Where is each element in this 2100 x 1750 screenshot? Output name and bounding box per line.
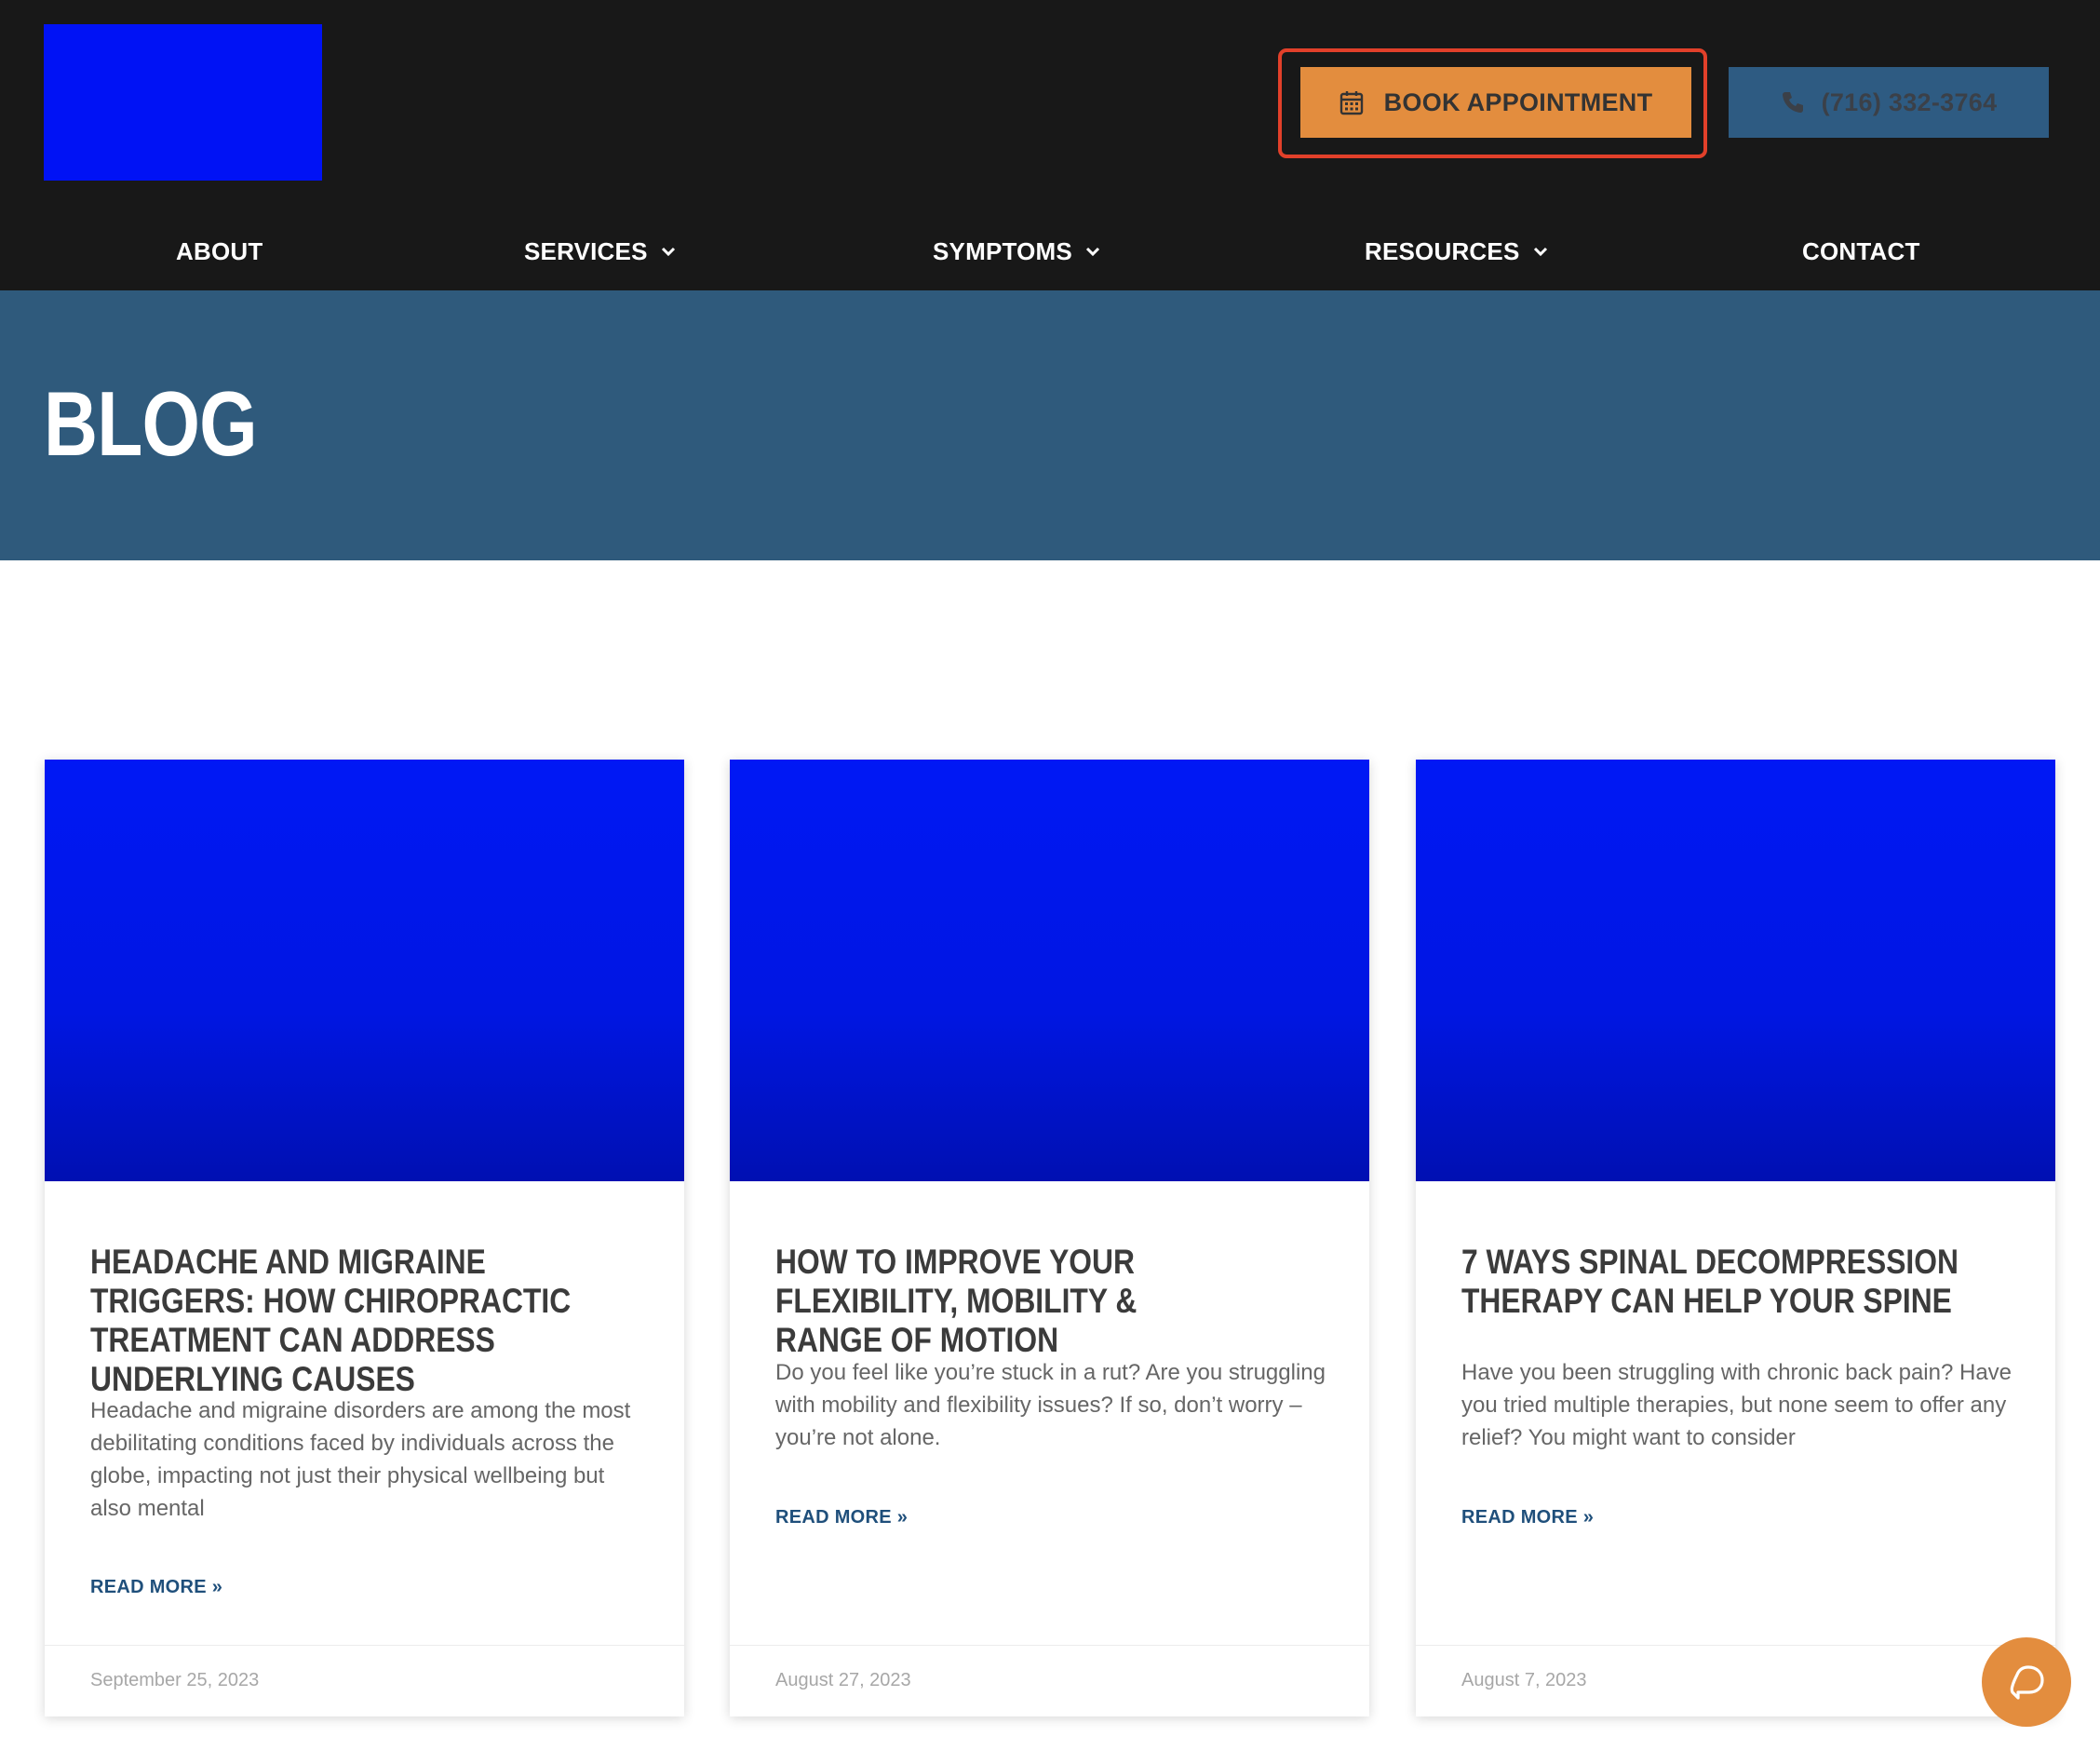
page-hero: BLOG bbox=[0, 290, 2100, 560]
read-more-link[interactable]: READ MORE » bbox=[775, 1507, 908, 1528]
nav-item-about[interactable]: ABOUT bbox=[176, 231, 262, 272]
book-appointment-button[interactable]: BOOK APPOINTMENT bbox=[1300, 67, 1691, 138]
site-logo[interactable] bbox=[44, 24, 322, 181]
post-thumbnail[interactable] bbox=[45, 760, 684, 1181]
calendar-icon bbox=[1339, 91, 1363, 115]
post-title[interactable]: 7 WAYS SPINAL DECOMPRESSION THERAPY CAN … bbox=[1461, 1243, 2038, 1321]
page-bottom-edge bbox=[0, 1733, 2100, 1750]
card-divider bbox=[730, 1645, 1369, 1646]
chat-bubble-icon bbox=[2010, 1665, 2044, 1700]
post-thumbnail[interactable] bbox=[730, 760, 1369, 1181]
post-date: August 27, 2023 bbox=[775, 1670, 911, 1690]
site-header: BOOK APPOINTMENT (716) 332-3764 ABOUT SE… bbox=[0, 0, 2100, 290]
read-more-link[interactable]: READ MORE » bbox=[90, 1577, 222, 1598]
chevron-down-icon bbox=[1085, 247, 1099, 257]
nav-label: SYMPTOMS bbox=[933, 236, 1072, 265]
book-appointment-label: BOOK APPOINTMENT bbox=[1383, 88, 1653, 116]
nav-label: SERVICES bbox=[524, 236, 648, 265]
post-title[interactable]: HOW TO IMPROVE YOUR FLEXIBILITY, MOBILIT… bbox=[775, 1243, 1224, 1360]
phone-icon bbox=[1782, 92, 1803, 113]
nav-label: RESOURCES bbox=[1365, 236, 1520, 265]
nav-item-resources[interactable]: RESOURCES bbox=[1365, 231, 1548, 272]
phone-number-label: (716) 332-3764 bbox=[1821, 88, 1998, 116]
card-divider bbox=[45, 1645, 684, 1646]
post-card[interactable]: HOW TO IMPROVE YOUR FLEXIBILITY, MOBILIT… bbox=[730, 760, 1369, 1716]
chevron-down-icon bbox=[1533, 247, 1547, 257]
post-card[interactable]: HEADACHE AND MIGRAINE TRIGGERS: HOW CHIR… bbox=[45, 760, 684, 1716]
post-date: September 25, 2023 bbox=[90, 1670, 260, 1690]
post-card[interactable]: 7 WAYS SPINAL DECOMPRESSION THERAPY CAN … bbox=[1416, 760, 2055, 1716]
nav-label: ABOUT bbox=[176, 236, 263, 265]
post-excerpt: Do you feel like you’re stuck in a rut? … bbox=[775, 1360, 1326, 1450]
chat-button[interactable] bbox=[1982, 1637, 2071, 1727]
chevron-down-icon bbox=[661, 247, 675, 257]
post-excerpt: Headache and migraine disorders are amon… bbox=[90, 1398, 631, 1521]
page-title: BLOG bbox=[44, 372, 258, 475]
card-divider bbox=[1416, 1645, 2055, 1646]
nav-item-symptoms[interactable]: SYMPTOMS bbox=[933, 231, 1100, 272]
nav-label: CONTACT bbox=[1802, 236, 1920, 265]
nav-item-contact[interactable]: CONTACT bbox=[1802, 231, 1920, 272]
post-excerpt: Have you been struggling with chronic ba… bbox=[1461, 1360, 2012, 1450]
read-more-link[interactable]: READ MORE » bbox=[1461, 1507, 1594, 1528]
nav-item-services[interactable]: SERVICES bbox=[524, 231, 676, 272]
post-thumbnail[interactable] bbox=[1416, 760, 2055, 1181]
post-title[interactable]: HEADACHE AND MIGRAINE TRIGGERS: HOW CHIR… bbox=[90, 1243, 651, 1399]
post-date: August 7, 2023 bbox=[1461, 1670, 1587, 1690]
phone-button[interactable]: (716) 332-3764 bbox=[1729, 67, 2049, 138]
